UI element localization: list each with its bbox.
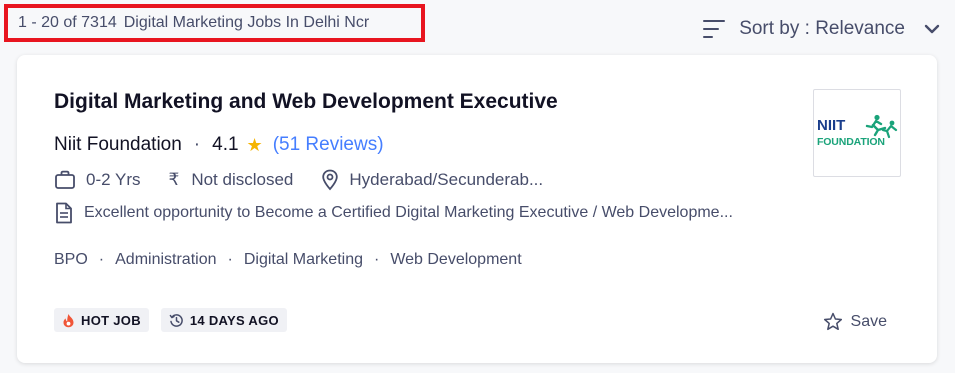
- niit-foundation-logo: NIIT FOUNDATION: [817, 114, 898, 148]
- company-row: Niit Foundation · 4.1 ★ (51 Reviews): [54, 134, 384, 156]
- separator-dot: ·: [373, 251, 380, 268]
- tag-item: Administration: [115, 251, 217, 268]
- svg-text:NIIT: NIIT: [817, 117, 845, 134]
- rating-value: 4.1: [212, 134, 239, 155]
- company-logo[interactable]: NIIT FOUNDATION: [813, 89, 901, 177]
- results-count-highlight: 1 - 20 of 7314 Digital Marketing Jobs In …: [4, 4, 425, 42]
- description-text: Excellent opportunity to Become a Certif…: [84, 204, 733, 221]
- sort-label: Sort by : Relevance: [739, 18, 905, 39]
- tag-item: Web Development: [390, 251, 522, 268]
- reviews-link[interactable]: (51 Reviews): [273, 134, 384, 156]
- sort-dropdown[interactable]: Sort by : Relevance: [703, 14, 941, 44]
- job-title-link[interactable]: Digital Marketing and Web Development Ex…: [54, 90, 558, 114]
- fire-icon: [63, 313, 74, 327]
- posted-age-label: 14 DAYS AGO: [189, 312, 279, 328]
- save-label: Save: [850, 312, 887, 330]
- skill-tags: BPO · Administration · Digital Marketing…: [54, 251, 522, 269]
- star-icon: ★: [246, 134, 263, 155]
- rupee-icon: ₹: [168, 170, 180, 189]
- tag-item: Digital Marketing: [243, 251, 363, 268]
- job-card[interactable]: Digital Marketing and Web Development Ex…: [17, 55, 937, 363]
- location-pin-icon: [322, 169, 339, 191]
- job-badges: HOT JOB 14 DAYS AGO: [54, 308, 287, 332]
- results-range: 1 - 20 of 7314: [18, 14, 117, 31]
- save-button[interactable]: Save: [823, 312, 887, 331]
- separator-dot: ·: [193, 134, 201, 155]
- briefcase-icon: [55, 170, 75, 189]
- salary: ₹ Not disclosed: [169, 170, 294, 190]
- document-icon: [56, 202, 72, 224]
- separator-dot: ·: [98, 251, 105, 268]
- hot-job-label: HOT JOB: [81, 312, 141, 328]
- job-meta: 0-2 Yrs ₹ Not disclosed Hyderabad/Secund…: [54, 169, 571, 191]
- sort-lines-icon: [703, 20, 726, 38]
- hot-job-badge: HOT JOB: [54, 308, 149, 332]
- location-value[interactable]: Hyderabad/Secunderab...: [349, 170, 543, 190]
- history-clock-icon: [169, 313, 183, 327]
- svg-text:FOUNDATION: FOUNDATION: [817, 136, 885, 148]
- experience-value: 0-2 Yrs: [86, 170, 141, 189]
- tag-item: BPO: [54, 251, 88, 268]
- location: Hyderabad/Secunderab...: [321, 169, 543, 191]
- experience: 0-2 Yrs: [54, 170, 141, 190]
- chevron-down-icon: [924, 24, 940, 34]
- company-name[interactable]: Niit Foundation: [54, 134, 182, 156]
- job-description: Excellent opportunity to Become a Certif…: [54, 202, 733, 224]
- separator-dot: ·: [227, 251, 233, 268]
- salary-value: Not disclosed: [191, 170, 294, 189]
- results-heading: Digital Marketing Jobs In Delhi Ncr: [123, 14, 370, 31]
- star-outline-icon: [823, 312, 842, 331]
- posted-age-badge: 14 DAYS AGO: [160, 308, 287, 332]
- results-header: 1 - 20 of 7314 Digital Marketing Jobs In …: [0, 0, 955, 50]
